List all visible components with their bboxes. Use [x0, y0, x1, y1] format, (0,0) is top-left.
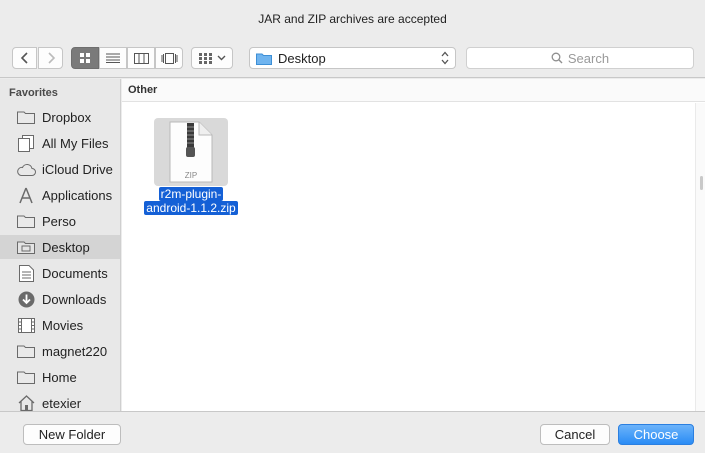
- sidebar-item-movies[interactable]: Movies: [0, 313, 120, 337]
- documents-icon: [18, 264, 34, 282]
- sidebar: Favorites Dropbox All My Files iCloud Dr…: [0, 79, 121, 411]
- chevron-down-icon: [217, 55, 225, 61]
- chevron-right-icon: [47, 52, 55, 64]
- sidebar-item-desktop[interactable]: Desktop: [0, 235, 120, 259]
- applications-icon: [19, 187, 33, 203]
- list-icon: [106, 53, 120, 63]
- columns-icon: [133, 52, 149, 64]
- search-field[interactable]: Search: [466, 47, 694, 69]
- group-header: Other: [122, 79, 705, 102]
- location-label: Desktop: [278, 50, 326, 66]
- search-icon: [551, 52, 563, 64]
- folder-icon: [17, 345, 35, 358]
- list-view-button[interactable]: [99, 47, 127, 69]
- location-popup[interactable]: Desktop: [249, 47, 456, 69]
- sidebar-item-all-my-files[interactable]: All My Files: [0, 131, 120, 155]
- arrange-grid-icon: [198, 52, 212, 64]
- sidebar-item-icloud-drive[interactable]: iCloud Drive: [0, 157, 120, 181]
- sidebar-item-label: Downloads: [42, 291, 107, 307]
- sidebar-item-label: Desktop: [42, 239, 90, 255]
- scrollbar-thumb[interactable]: [700, 176, 703, 190]
- bottom-bar: New Folder Cancel Choose: [0, 411, 705, 453]
- sidebar-item-label: Documents: [42, 265, 108, 281]
- sidebar-item-magnet220[interactable]: magnet220: [0, 339, 120, 363]
- sidebar-item-label: Dropbox: [42, 109, 92, 125]
- file-name-line2: android-1.1.2.zip: [144, 201, 238, 215]
- chevron-left-icon: [20, 52, 28, 64]
- back-button[interactable]: [12, 47, 37, 69]
- home-icon: [18, 395, 34, 411]
- updown-arrows-icon: [441, 51, 449, 65]
- scrollbar-track[interactable]: [695, 103, 705, 411]
- cover-flow-button[interactable]: [155, 47, 183, 69]
- sidebar-item-label: magnet220: [42, 343, 108, 359]
- folder-icon: [17, 215, 35, 228]
- folder-icon: [256, 53, 272, 65]
- arrange-button[interactable]: [191, 47, 233, 69]
- column-view-button[interactable]: [127, 47, 155, 69]
- sidebar-item-dropbox[interactable]: Dropbox: [0, 105, 120, 129]
- forward-button[interactable]: [38, 47, 63, 69]
- cover-flow-icon: [161, 52, 177, 64]
- sidebar-item-documents[interactable]: Documents: [0, 261, 120, 285]
- all-files-icon: [18, 134, 34, 152]
- downloads-icon: [18, 291, 34, 307]
- sidebar-item-home[interactable]: Home: [0, 365, 120, 389]
- file-name-line1: r2m-plugin-: [158, 187, 224, 201]
- file-name: r2m-plugin- android-1.1.2.zip: [136, 187, 246, 215]
- movies-icon: [17, 317, 35, 333]
- new-folder-button[interactable]: New Folder: [23, 424, 121, 445]
- icon-view-button[interactable]: [71, 47, 99, 69]
- sidebar-item-label: Home: [42, 369, 77, 385]
- sidebar-item-label: All My Files: [42, 135, 109, 151]
- grid-icon: [80, 53, 90, 63]
- choose-button[interactable]: Choose: [618, 424, 694, 445]
- folder-icon: [17, 371, 35, 384]
- toolbar: Desktop Search: [0, 40, 705, 78]
- folder-icon: [17, 111, 35, 124]
- file-browser: Other ZIP r2m-plugin- android-1.1.2.zip: [122, 79, 705, 411]
- sidebar-item-label: Movies: [42, 317, 84, 333]
- search-placeholder: Search: [567, 50, 610, 66]
- file-type-label: ZIP: [184, 171, 198, 180]
- sidebar-item-applications[interactable]: Applications: [0, 183, 120, 207]
- sidebar-item-label: Perso: [42, 213, 76, 229]
- cloud-icon: [16, 163, 36, 176]
- sidebar-header: Favorites: [9, 87, 58, 99]
- desktop-icon: [17, 241, 35, 254]
- sidebar-item-perso[interactable]: Perso: [0, 209, 120, 233]
- dialog-title: JAR and ZIP archives are accepted: [0, 0, 705, 40]
- sidebar-item-label: etexier: [42, 395, 82, 411]
- file-item[interactable]: ZIP r2m-plugin- android-1.1.2.zip: [136, 117, 246, 223]
- sidebar-item-downloads[interactable]: Downloads: [0, 287, 120, 311]
- sidebar-item-label: iCloud Drive: [42, 161, 113, 177]
- cancel-button[interactable]: Cancel: [540, 424, 610, 445]
- sidebar-item-label: Applications: [42, 187, 113, 203]
